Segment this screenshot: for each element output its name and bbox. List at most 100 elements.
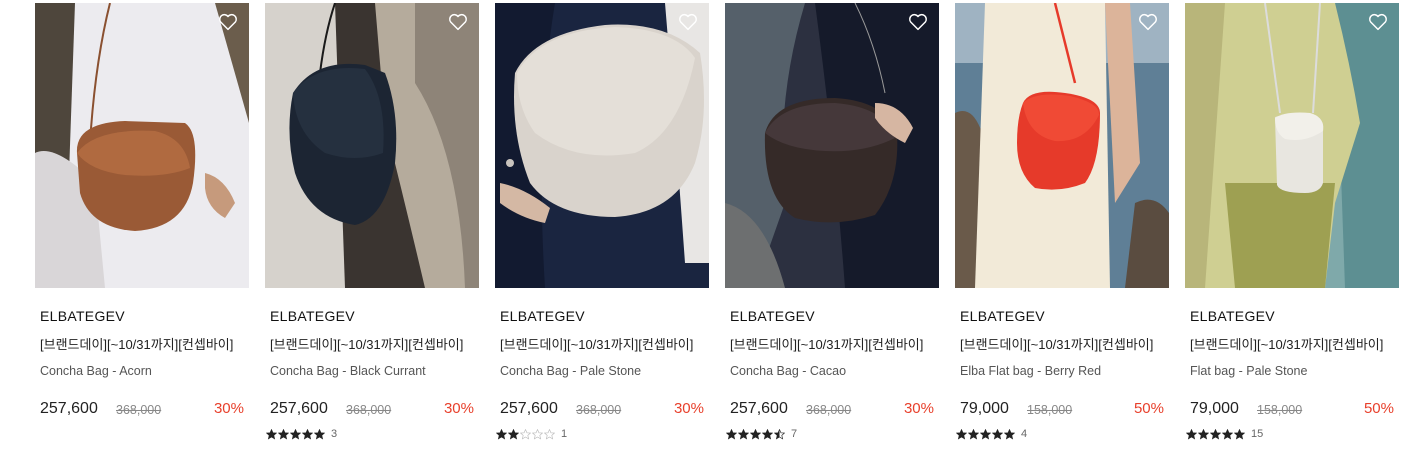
product-brand[interactable]: ELBATEGEV bbox=[500, 307, 709, 325]
product-card[interactable]: ELBATEGEV [브랜드데이][~10/31까지][컨셉바이] Concha… bbox=[35, 3, 249, 441]
product-brand[interactable]: ELBATEGEV bbox=[1190, 307, 1399, 325]
sale-price: 257,600 bbox=[500, 400, 558, 417]
heart-outline-icon[interactable] bbox=[1137, 11, 1159, 33]
price-row: 79,000 158,000 50% bbox=[960, 399, 1164, 419]
product-title[interactable]: [브랜드데이][~10/31까지][컨셉바이] bbox=[40, 337, 244, 353]
review-count: 15 bbox=[1251, 428, 1264, 440]
discount-rate: 30% bbox=[673, 400, 704, 417]
product-photo bbox=[265, 3, 479, 288]
product-title[interactable]: [브랜드데이][~10/31까지][컨셉바이] bbox=[1190, 337, 1394, 353]
discount-rate: 30% bbox=[903, 400, 934, 417]
product-photo bbox=[495, 3, 709, 288]
sale-price: 257,600 bbox=[730, 400, 788, 417]
star-rating bbox=[956, 428, 1015, 440]
product-image[interactable] bbox=[725, 3, 939, 288]
original-price: 368,000 bbox=[346, 403, 392, 417]
star-icon bbox=[774, 428, 785, 439]
product-name[interactable]: Flat bag - Pale Stone bbox=[1190, 363, 1399, 379]
original-price: 158,000 bbox=[1257, 403, 1303, 417]
discount-rate: 50% bbox=[1133, 400, 1164, 417]
product-photo bbox=[725, 3, 939, 288]
star-icon bbox=[1004, 428, 1015, 439]
heart-outline-icon[interactable] bbox=[217, 11, 239, 33]
star-icon bbox=[532, 428, 543, 439]
price-row: 257,600 368,000 30% bbox=[40, 399, 244, 419]
heart-outline-icon[interactable] bbox=[677, 11, 699, 33]
star-icon bbox=[544, 428, 555, 439]
star-icon bbox=[1198, 428, 1209, 439]
product-image[interactable] bbox=[1185, 3, 1399, 288]
review-count: 3 bbox=[331, 428, 338, 440]
rating-row: 7 bbox=[726, 427, 939, 441]
product-image[interactable] bbox=[265, 3, 479, 288]
product-image[interactable] bbox=[495, 3, 709, 288]
star-icon bbox=[726, 428, 737, 439]
star-icon bbox=[980, 428, 991, 439]
product-name[interactable]: Concha Bag - Cacao bbox=[730, 363, 939, 379]
rating-row: 15 bbox=[1186, 427, 1399, 441]
price-row: 257,600 368,000 30% bbox=[270, 399, 474, 419]
product-title[interactable]: [브랜드데이][~10/31까지][컨셉바이] bbox=[270, 337, 474, 353]
star-rating bbox=[496, 428, 555, 440]
original-price: 368,000 bbox=[116, 403, 162, 417]
sale-price: 257,600 bbox=[270, 400, 328, 417]
star-icon bbox=[278, 428, 289, 439]
product-card[interactable]: ELBATEGEV [브랜드데이][~10/31까지][컨셉바이] Elba F… bbox=[955, 3, 1169, 441]
star-icon bbox=[508, 428, 519, 439]
product-card[interactable]: ELBATEGEV [브랜드데이][~10/31까지][컨셉바이] Concha… bbox=[265, 3, 479, 441]
product-name[interactable]: Concha Bag - Black Currant bbox=[270, 363, 479, 379]
sale-price: 79,000 bbox=[960, 400, 1009, 417]
discount-rate: 30% bbox=[443, 400, 474, 417]
original-price: 368,000 bbox=[576, 403, 622, 417]
review-count: 1 bbox=[561, 428, 568, 440]
product-photo bbox=[35, 3, 249, 288]
discount-rate: 30% bbox=[213, 400, 244, 417]
product-brand[interactable]: ELBATEGEV bbox=[730, 307, 939, 325]
product-brand[interactable]: ELBATEGEV bbox=[40, 307, 249, 325]
star-icon bbox=[266, 428, 277, 439]
star-icon bbox=[496, 428, 507, 439]
heart-outline-icon[interactable] bbox=[447, 11, 469, 33]
star-icon bbox=[738, 428, 749, 439]
heart-outline-icon[interactable] bbox=[1367, 11, 1389, 33]
original-price: 158,000 bbox=[1027, 403, 1073, 417]
sale-price: 79,000 bbox=[1190, 400, 1239, 417]
price-row: 257,600 368,000 30% bbox=[730, 399, 934, 419]
product-name[interactable]: Concha Bag - Pale Stone bbox=[500, 363, 709, 379]
product-title[interactable]: [브랜드데이][~10/31까지][컨셉바이] bbox=[730, 337, 934, 353]
star-rating bbox=[266, 428, 325, 440]
heart-outline-icon[interactable] bbox=[907, 11, 929, 33]
rating-row: 4 bbox=[956, 427, 1169, 441]
rating-row: 3 bbox=[266, 427, 479, 441]
sale-price: 257,600 bbox=[40, 400, 98, 417]
star-icon bbox=[992, 428, 1003, 439]
discount-rate: 50% bbox=[1363, 400, 1394, 417]
product-brand[interactable]: ELBATEGEV bbox=[960, 307, 1169, 325]
star-icon bbox=[1222, 428, 1233, 439]
star-icon bbox=[1210, 428, 1221, 439]
product-image[interactable] bbox=[35, 3, 249, 288]
review-count: 4 bbox=[1021, 428, 1028, 440]
star-icon bbox=[1186, 428, 1197, 439]
original-price: 368,000 bbox=[806, 403, 852, 417]
product-image[interactable] bbox=[955, 3, 1169, 288]
product-brand[interactable]: ELBATEGEV bbox=[270, 307, 479, 325]
star-icon bbox=[762, 428, 773, 439]
price-row: 257,600 368,000 30% bbox=[500, 399, 704, 419]
star-icon bbox=[968, 428, 979, 439]
product-title[interactable]: [브랜드데이][~10/31까지][컨셉바이] bbox=[500, 337, 704, 353]
star-rating bbox=[1186, 428, 1245, 440]
product-name[interactable]: Concha Bag - Acorn bbox=[40, 363, 249, 379]
rating-row: 1 bbox=[496, 427, 709, 441]
product-card[interactable]: ELBATEGEV [브랜드데이][~10/31까지][컨셉바이] Flat b… bbox=[1185, 3, 1399, 441]
product-card[interactable]: ELBATEGEV [브랜드데이][~10/31까지][컨셉바이] Concha… bbox=[495, 3, 709, 441]
product-photo bbox=[1185, 3, 1399, 288]
star-icon bbox=[1234, 428, 1245, 439]
star-icon bbox=[290, 428, 301, 439]
product-grid: ELBATEGEV [브랜드데이][~10/31까지][컨셉바이] Concha… bbox=[35, 3, 1399, 441]
product-title[interactable]: [브랜드데이][~10/31까지][컨셉바이] bbox=[960, 337, 1164, 353]
star-icon bbox=[956, 428, 967, 439]
product-card[interactable]: ELBATEGEV [브랜드데이][~10/31까지][컨셉바이] Concha… bbox=[725, 3, 939, 441]
review-count: 7 bbox=[791, 428, 798, 440]
product-name[interactable]: Elba Flat bag - Berry Red bbox=[960, 363, 1169, 379]
